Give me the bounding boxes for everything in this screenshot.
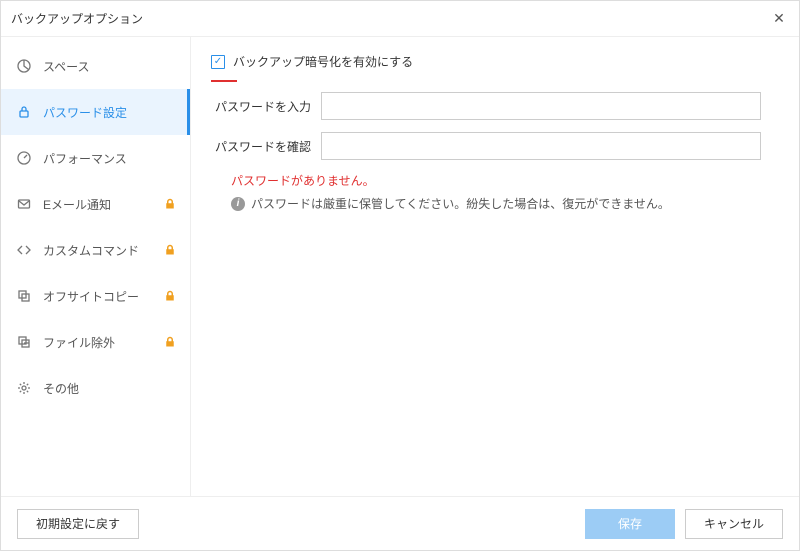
password-hint-row: i パスワードは厳重に保管してください。紛失した場合は、復元ができません。 [231, 195, 779, 212]
premium-lock-icon [164, 290, 176, 302]
sidebar-item-label: カスタムコマンド [43, 242, 164, 259]
sidebar-item-offsite[interactable]: オフサイトコピー [1, 273, 190, 319]
pie-icon [15, 57, 33, 75]
lock-icon [15, 103, 33, 121]
sidebar-item-label: スペース [43, 58, 176, 75]
gauge-icon [15, 149, 33, 167]
titlebar: バックアップオプション ✕ [1, 1, 799, 37]
premium-lock-icon [164, 244, 176, 256]
exclude-icon [15, 333, 33, 351]
dialog-body: スペース パスワード設定 パフォーマンス Eメール通知 [1, 37, 799, 496]
password-hint-text: パスワードは厳重に保管してください。紛失した場合は、復元ができません。 [251, 195, 670, 212]
red-underline [211, 80, 237, 82]
sidebar-item-space[interactable]: スペース [1, 43, 190, 89]
save-button[interactable]: 保存 [585, 509, 675, 539]
sidebar-item-performance[interactable]: パフォーマンス [1, 135, 190, 181]
sidebar-item-label: その他 [43, 380, 176, 397]
info-icon: i [231, 197, 245, 211]
code-icon [15, 241, 33, 259]
content-panel: ✓ バックアップ暗号化を有効にする パスワードを入力 パスワードを確認 パスワー… [191, 37, 799, 496]
sidebar-item-email[interactable]: Eメール通知 [1, 181, 190, 227]
password-confirm-input[interactable] [321, 132, 761, 160]
premium-lock-icon [164, 336, 176, 348]
password-input-row: パスワードを入力 [211, 92, 779, 120]
sidebar-item-command[interactable]: カスタムコマンド [1, 227, 190, 273]
password-confirm-label: パスワードを確認 [211, 138, 321, 155]
enable-encryption-label: バックアップ暗号化を有効にする [233, 53, 413, 70]
dialog-window: バックアップオプション ✕ スペース パスワード設定 パフォーマンス [0, 0, 800, 551]
premium-lock-icon [164, 198, 176, 210]
enable-encryption-checkbox[interactable]: ✓ [211, 55, 225, 69]
sidebar-item-exclude[interactable]: ファイル除外 [1, 319, 190, 365]
close-icon[interactable]: ✕ [769, 10, 789, 27]
password-error: パスワードがありません。 [231, 172, 779, 189]
password-confirm-row: パスワードを確認 [211, 132, 779, 160]
reset-button[interactable]: 初期設定に戻す [17, 509, 139, 539]
sidebar-item-password[interactable]: パスワード設定 [1, 89, 190, 135]
sidebar-item-label: パフォーマンス [43, 150, 176, 167]
sidebar: スペース パスワード設定 パフォーマンス Eメール通知 [1, 37, 191, 496]
gear-icon [15, 379, 33, 397]
mail-icon [15, 195, 33, 213]
sidebar-item-label: Eメール通知 [43, 196, 164, 213]
sidebar-item-other[interactable]: その他 [1, 365, 190, 411]
footer: 初期設定に戻す 保存 キャンセル [1, 496, 799, 550]
sidebar-item-label: オフサイトコピー [43, 288, 164, 305]
sidebar-item-label: パスワード設定 [43, 104, 176, 121]
enable-encryption-row: ✓ バックアップ暗号化を有効にする [211, 53, 779, 70]
sidebar-item-label: ファイル除外 [43, 334, 164, 351]
window-title: バックアップオプション [11, 10, 769, 27]
copy-icon [15, 287, 33, 305]
password-input-label: パスワードを入力 [211, 98, 321, 115]
cancel-button[interactable]: キャンセル [685, 509, 783, 539]
password-input[interactable] [321, 92, 761, 120]
